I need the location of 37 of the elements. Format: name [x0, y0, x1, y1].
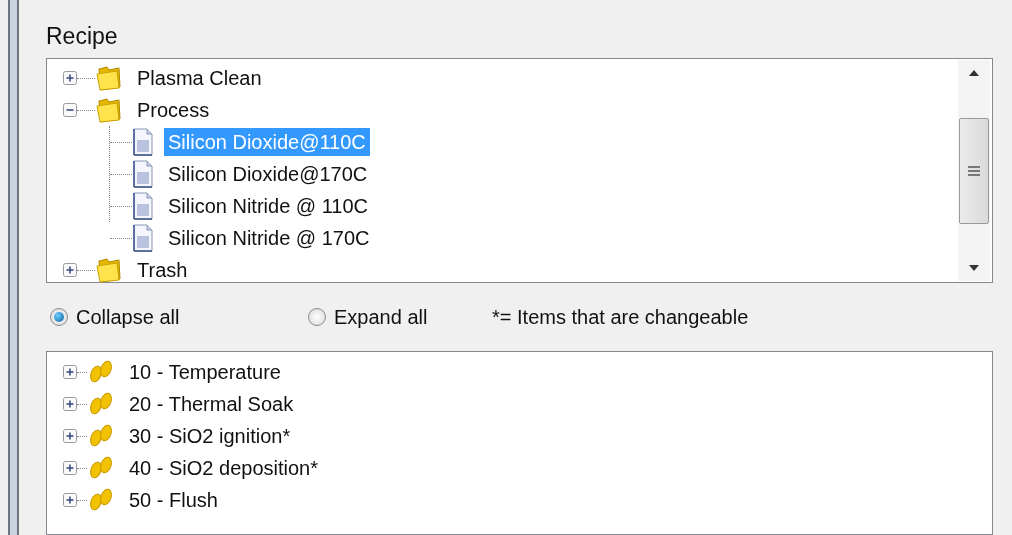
expander-icon[interactable]: [63, 429, 77, 444]
folder-icon: [95, 97, 123, 124]
document-icon: [132, 192, 154, 221]
step-item[interactable]: 40 - SiO2 deposition*: [125, 454, 322, 483]
expander-icon[interactable]: [63, 493, 77, 508]
legend-note: *= Items that are changeable: [492, 305, 749, 329]
expander-icon[interactable]: [63, 397, 77, 412]
folder-icon: [95, 65, 123, 92]
expander-icon[interactable]: [63, 103, 77, 118]
tree-item[interactable]: Plasma Clean: [133, 64, 266, 93]
expander-icon[interactable]: [63, 461, 77, 476]
group-title: Recipe: [46, 22, 119, 51]
grip-icon: [968, 165, 980, 176]
scrollbar-thumb[interactable]: [959, 117, 989, 224]
document-icon: [132, 224, 154, 253]
radio-button[interactable]: [50, 308, 68, 327]
tree-item[interactable]: Process: [133, 96, 214, 125]
step-item[interactable]: 10 - Temperature: [125, 358, 285, 387]
step-item[interactable]: 30 - SiO2 ignition*: [125, 422, 295, 451]
expander-icon[interactable]: [63, 263, 77, 278]
step-item[interactable]: 50 - Flush: [125, 486, 222, 515]
expander-icon[interactable]: [63, 71, 77, 86]
step-item[interactable]: 20 - Thermal Soak: [125, 390, 298, 419]
tree-item[interactable]: Trash: [133, 256, 192, 285]
scroll-up-icon[interactable]: [969, 70, 979, 77]
folder-icon: [95, 257, 123, 284]
scrollbar[interactable]: [958, 60, 990, 282]
tree-item[interactable]: Silicon Nitride @ 110C: [164, 192, 372, 221]
radio-option[interactable]: Expand all: [308, 305, 492, 329]
scroll-down-icon[interactable]: [969, 265, 979, 272]
expander-icon[interactable]: [63, 365, 77, 380]
radio-button[interactable]: [308, 308, 326, 327]
document-icon: [132, 160, 154, 189]
tree-item[interactable]: Silicon Nitride @ 170C: [164, 224, 374, 253]
tree-item[interactable]: Silicon Dioxide@170C: [164, 160, 372, 189]
document-icon: [132, 128, 154, 157]
radio-option[interactable]: Collapse all: [50, 305, 308, 329]
